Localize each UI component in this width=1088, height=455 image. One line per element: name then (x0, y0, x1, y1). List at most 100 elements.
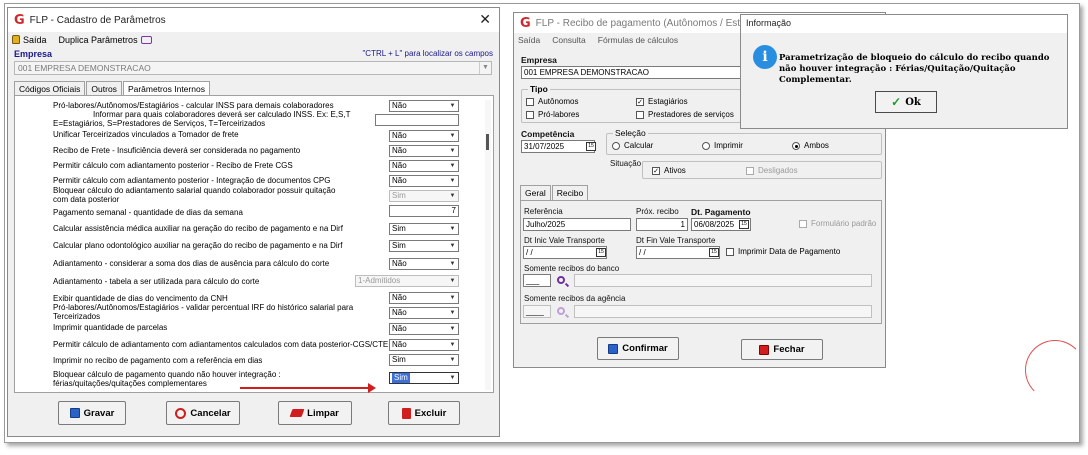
ok-label: Ok (905, 96, 921, 108)
cancelar-button[interactable]: Cancelar (166, 401, 240, 425)
desligados-label: Desligados (758, 166, 798, 175)
imprimir-radio[interactable]: Imprimir (702, 141, 743, 150)
param-value: Não (392, 308, 407, 317)
tab-outros[interactable]: Outros (86, 81, 122, 95)
limpar-button[interactable]: Limpar (278, 401, 352, 425)
param-value: Não (392, 101, 407, 110)
param-select[interactable]: Não ▼ (389, 323, 459, 335)
pro-labores-checkbox[interactable]: Pró-labores (526, 110, 579, 119)
param-select[interactable]: Não ▼ (389, 145, 459, 157)
lock-icon (12, 35, 20, 44)
param-select[interactable]: Sim ▼ (389, 223, 459, 235)
menu-duplica-parametros[interactable]: Duplica Parâmetros (59, 35, 152, 45)
param-select[interactable]: Sim ▼ (389, 354, 459, 366)
calendar-icon[interactable]: 15 (709, 248, 719, 257)
param-value: Não (392, 161, 407, 170)
desligados-checkbox[interactable]: Desligados (746, 166, 798, 175)
param-select[interactable]: Não ▼ (389, 292, 459, 304)
param-select[interactable]: Sim ▼ (389, 190, 459, 202)
param-select[interactable]: Não ▼ (389, 130, 459, 142)
vertical-scrollbar[interactable] (485, 100, 491, 390)
checkbox-box (746, 166, 754, 175)
parameters-window: G FLP - Cadastro de Parâmetros ✕ Saída D… (7, 7, 500, 437)
confirmar-label: Confirmar (622, 343, 668, 354)
pro-labores-label: Pró-labores (538, 110, 580, 119)
tab-geral[interactable]: Geral (520, 185, 551, 201)
competencia-input[interactable]: 31/07/2025 (521, 140, 595, 153)
menu-saida[interactable]: Saída (518, 35, 540, 45)
empresa-combo[interactable]: 001 EMPRESA DEMONSTRACAO (521, 66, 746, 79)
imprimir-data-checkbox[interactable]: Imprimir Data de Pagamento (726, 247, 840, 256)
scroll-thumb[interactable] (486, 134, 489, 150)
tab-recibo[interactable]: Recibo (551, 185, 589, 201)
fechar-label: Fechar (773, 344, 805, 355)
param-select[interactable]: Não ▼ (389, 307, 459, 319)
calendar-icon[interactable]: 15 (739, 220, 749, 229)
banco-input[interactable]: ___ (523, 274, 551, 287)
checkbox-box (726, 247, 734, 256)
excluir-button[interactable]: Excluir (388, 401, 460, 425)
dt-pagamento-label: Dt. Pagamento (691, 207, 751, 217)
search-icon[interactable] (557, 307, 565, 315)
param-select[interactable]: Sim ▼ (389, 240, 459, 252)
dt-fin-input[interactable]: / / (636, 246, 720, 259)
window-title: FLP - Cadastro de Parâmetros (29, 14, 166, 26)
search-icon[interactable] (557, 276, 565, 284)
param-value: Sim (392, 224, 406, 233)
param-select[interactable]: 1-Admitidos ▼ (355, 275, 459, 287)
param-label: Adiantamento - tabela a ser utilizada pa… (53, 277, 260, 286)
menu-consulta[interactable]: Consulta (552, 35, 586, 45)
radio-dot (612, 141, 620, 150)
tab-codigos-oficiais[interactable]: Códigos Oficiais (14, 81, 86, 95)
calendar-icon[interactable]: 15 (586, 142, 596, 151)
param-select[interactable]: Não ▼ (389, 175, 459, 187)
decorative-arc (1025, 340, 1085, 400)
autonomos-label: Autônomos (538, 97, 579, 106)
dt-inic-input[interactable]: / / (523, 246, 607, 259)
window-title: FLP - Recibo de pagamento (Autônomos / E… (535, 17, 771, 29)
checkbox-box (526, 110, 534, 119)
menu-saida[interactable]: Saída (12, 35, 47, 45)
close-icon[interactable]: ✕ (479, 11, 491, 28)
chevron-down-icon: ▼ (449, 193, 456, 199)
calcular-radio[interactable]: Calcular (612, 141, 653, 150)
button-bar: Gravar Cancelar Limpar Excluir (8, 401, 499, 434)
confirmar-button[interactable]: Confirmar (597, 337, 679, 360)
prox-recibo-input[interactable]: 1 (636, 218, 688, 231)
agencia-input[interactable]: ____ (523, 305, 551, 318)
ok-button[interactable]: ✓ Ok (875, 91, 937, 113)
estagiarios-checkbox[interactable]: ✓ Estagiários (636, 97, 688, 106)
param-label: com data posterior (53, 195, 120, 204)
info-dialog: Informação i Parametrização de bloqueio … (740, 14, 1068, 129)
tab-parametros-internos[interactable]: Parâmetros Internos (122, 81, 210, 95)
chevron-down-icon: ▼ (449, 226, 456, 232)
formulario-padrao-checkbox[interactable]: Formulário padrão (799, 219, 876, 228)
fechar-button[interactable]: Fechar (741, 339, 823, 360)
param-select[interactable]: Não ▼ (389, 339, 459, 351)
prestadores-checkbox[interactable]: Prestadores de serviços (636, 110, 734, 119)
banco-label: Somente recibos do banco (524, 264, 620, 273)
param-value: Sim (392, 373, 410, 383)
empresa-label: Empresa (521, 55, 557, 65)
bloquear-calculo-select[interactable]: Sim ▼ (389, 372, 459, 384)
situacao-label: Situação (610, 159, 642, 168)
param-value: Sim (392, 241, 406, 250)
menu-formulas[interactable]: Fórmulas de cálculos (598, 35, 678, 45)
param-label: Terceirizados (53, 312, 101, 321)
gravar-button[interactable]: Gravar (58, 401, 126, 425)
tab-strip: Códigos Oficiais Outros Parâmetros Inter… (14, 81, 211, 95)
autonomos-checkbox[interactable]: Autônomos (526, 97, 578, 106)
param-select[interactable]: Não ▼ (389, 258, 459, 270)
chevron-down-icon: ▼ (449, 278, 456, 284)
ambos-radio[interactable]: Ambos (792, 141, 829, 150)
referencia-input[interactable]: Julho/2025 (523, 218, 631, 231)
param-value: Não (392, 293, 407, 302)
empresa-combo[interactable]: 001 EMPRESA DEMONSTRACAO ▼ (14, 61, 492, 75)
title-bar: G FLP - Cadastro de Parâmetros ✕ (8, 8, 499, 32)
dias-semana-input[interactable]: 7 (389, 205, 459, 217)
calendar-icon[interactable]: 15 (596, 248, 606, 257)
param-select[interactable]: Não ▼ (389, 160, 459, 172)
param-label: Permitir cálculo de adiantamento com adi… (53, 340, 389, 349)
ativos-checkbox[interactable]: ✓ Ativos (652, 166, 686, 175)
param-label: Pró-labores/Autônomos/Estagiários - vali… (53, 303, 354, 312)
